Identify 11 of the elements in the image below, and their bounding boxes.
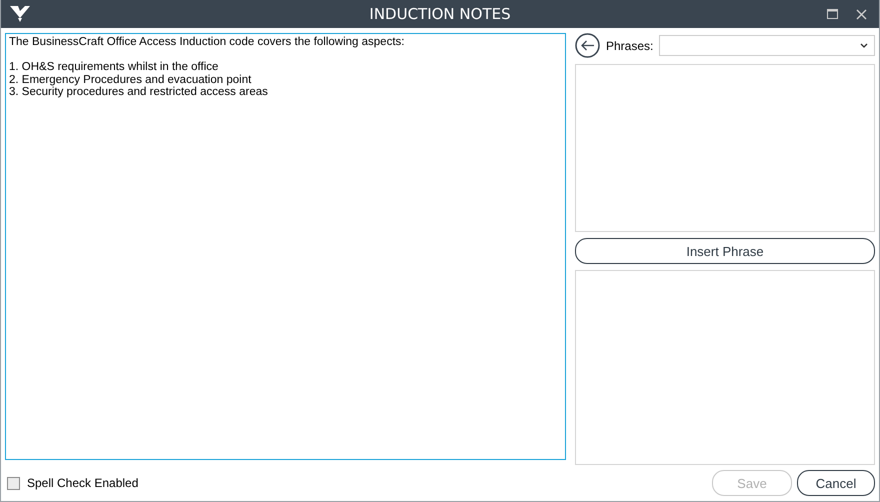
- chevron-down-icon: [860, 43, 868, 48]
- spell-check-label: Spell Check Enabled: [27, 476, 138, 490]
- spell-check-checkbox[interactable]: [7, 476, 20, 490]
- logo-icon: [9, 5, 31, 24]
- close-icon[interactable]: [856, 8, 867, 20]
- cancel-button[interactable]: Cancel: [797, 470, 875, 496]
- phrases-label: Phrases:: [606, 38, 654, 53]
- maximize-icon[interactable]: [827, 9, 838, 20]
- insert-phrase-button[interactable]: Insert Phrase: [575, 238, 875, 264]
- window-title: INDUCTION NOTES: [369, 5, 511, 24]
- notes-field[interactable]: The BusinessCraft Office Access Induction code covers the following aspects: 1. OH&S requirements whilst in the office 2. Emergency Procedures and evacuation point 3. Security procedures and restricted access areas: [5, 33, 566, 460]
